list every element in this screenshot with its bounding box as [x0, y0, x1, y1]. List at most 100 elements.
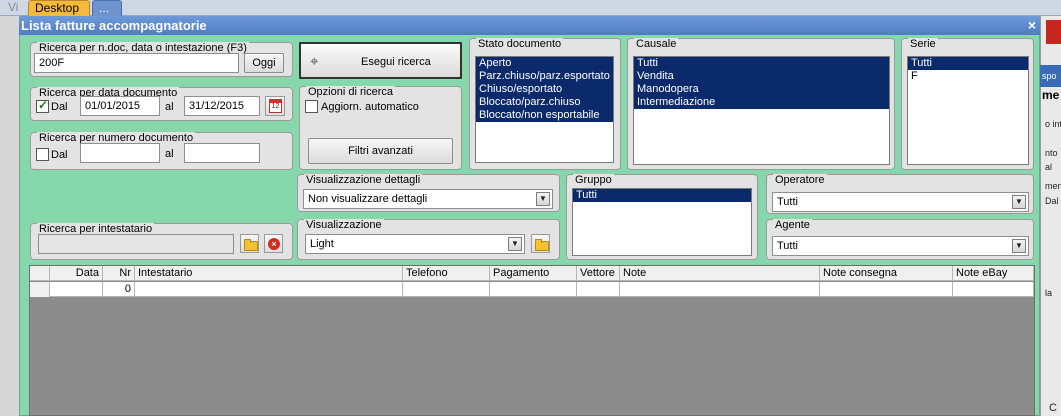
grid-col-notes[interactable]: Note — [620, 266, 820, 281]
grid-col-number[interactable]: Nr — [103, 266, 135, 281]
table-row[interactable]: 0 — [30, 282, 1034, 297]
view-select[interactable]: Light ▼ — [305, 234, 525, 254]
table-cell[interactable] — [30, 282, 50, 297]
close-icon[interactable]: × — [1028, 16, 1036, 35]
grid-col-selector[interactable] — [30, 266, 50, 281]
background-window-text: spo — [1042, 71, 1057, 81]
agent-value: Tutti — [777, 240, 798, 252]
auto-update-checkbox[interactable] — [305, 100, 318, 113]
background-window-text: Dal — [1045, 196, 1059, 206]
agent-title: Agente — [773, 219, 812, 231]
binoculars-icon: ⌖ — [310, 53, 319, 70]
causale-list[interactable]: Tutti Vendita Manodopera Intermediazione — [633, 56, 890, 165]
table-cell[interactable] — [135, 282, 403, 297]
today-button[interactable]: Oggi — [244, 53, 284, 73]
search-options-group: Opzioni di ricerca Aggiorn. automatico F… — [299, 86, 462, 170]
doc-search-input[interactable]: 200F — [34, 53, 239, 73]
view-value: Light — [310, 238, 334, 250]
window-title: Lista fatture accompagnatorie — [21, 18, 207, 33]
date-to-input[interactable]: 31/12/2015 — [184, 96, 260, 116]
advanced-filters-button[interactable]: Filtri avanzati — [308, 138, 453, 164]
table-cell[interactable] — [50, 282, 103, 297]
details-view-value: Non visualizzare dettagli — [308, 193, 428, 205]
serie-item[interactable]: F — [908, 70, 1028, 83]
number-from-input[interactable] — [80, 143, 160, 163]
agent-select[interactable]: Tutti ▼ — [772, 236, 1029, 256]
number-search-group: Ricerca per numero documento Dal al — [30, 132, 293, 170]
grid-header: Data Nr Intestatario Telefono Pagamento Vetto… — [30, 266, 1034, 281]
invoice-grid[interactable]: Data Nr Intestatario Telefono Pagamento Vetto… — [29, 265, 1035, 416]
details-view-title: Visualizzazione dettagli — [304, 174, 423, 186]
grid-col-payment[interactable]: Pagamento — [490, 266, 577, 281]
folder-icon[interactable] — [531, 234, 550, 253]
grid-col-delivery-notes[interactable]: Note consegna — [820, 266, 953, 281]
run-search-button[interactable]: ⌖ Esegui ricerca — [299, 42, 462, 79]
search-options-title: Opzioni di ricerca — [306, 86, 395, 98]
table-cell[interactable] — [620, 282, 820, 297]
details-view-select[interactable]: Non visualizzare dettagli ▼ — [303, 189, 553, 209]
folder-icon[interactable] — [240, 234, 259, 253]
chevron-down-icon[interactable]: ▼ — [1012, 239, 1026, 253]
causale-item[interactable]: Vendita — [634, 70, 889, 83]
calendar-icon[interactable]: 12 — [265, 96, 285, 116]
grid-col-date[interactable]: Data — [50, 266, 103, 281]
number-to-label: al — [165, 148, 174, 160]
background-window-text: meni — [1045, 181, 1061, 191]
table-cell[interactable]: 0 — [103, 282, 135, 297]
tab-more[interactable]: ... — [92, 0, 122, 16]
serie-item[interactable]: Tutti — [908, 57, 1028, 70]
agent-group: Agente Tutti ▼ — [766, 219, 1034, 260]
background-window-text: al — [1045, 162, 1053, 172]
background-window-header: spo — [1040, 65, 1061, 87]
date-from-input[interactable]: 01/01/2015 — [80, 96, 160, 116]
background-window-text: C — [1049, 402, 1057, 414]
doc-state-item[interactable]: Bloccato/parz.chiuso — [476, 96, 613, 109]
serie-title: Serie — [908, 38, 938, 50]
delete-icon[interactable]: × — [264, 234, 283, 253]
tab-desktop[interactable]: Desktop — [28, 0, 90, 16]
holder-search-input[interactable] — [38, 234, 234, 254]
grid-col-phone[interactable]: Telefono — [403, 266, 490, 281]
doc-state-item[interactable]: Bloccato/non esportabile — [476, 109, 613, 122]
grid-col-carrier[interactable]: Vettore — [577, 266, 620, 281]
background-window-badge — [1046, 20, 1061, 44]
causale-item[interactable]: Manodopera — [634, 83, 889, 96]
table-cell[interactable] — [577, 282, 620, 297]
operator-select[interactable]: Tutti ▼ — [772, 192, 1029, 212]
grid-col-holder[interactable]: Intestatario — [135, 266, 403, 281]
doc-state-item[interactable]: Aperto — [476, 57, 613, 70]
number-to-input[interactable] — [184, 143, 260, 163]
causale-group: Causale Tutti Vendita Manodopera Intermedia… — [627, 38, 895, 170]
doc-state-list[interactable]: Aperto Parz.chiuso/parz.esportato Chiuso/e… — [475, 56, 614, 163]
date-search-checkbox[interactable] — [36, 98, 49, 113]
serie-list[interactable]: Tutti F — [907, 56, 1029, 165]
details-view-group: Visualizzazione dettagli Non visualizzar… — [297, 174, 560, 212]
date-search-group: Ricerca per data documento Dal 01/01/201… — [30, 87, 293, 121]
group-item[interactable]: Tutti — [573, 189, 751, 202]
serie-group: Serie Tutti F — [901, 38, 1034, 170]
chevron-down-icon[interactable]: ▼ — [536, 192, 550, 206]
number-search-checkbox[interactable] — [36, 148, 49, 161]
table-cell[interactable] — [820, 282, 953, 297]
table-cell[interactable] — [490, 282, 577, 297]
table-cell[interactable] — [953, 282, 1034, 297]
group-title: Gruppo — [573, 174, 614, 186]
auto-update-label: Aggiorn. automatico — [321, 101, 419, 113]
causale-item[interactable]: Tutti — [634, 57, 889, 70]
group-group: Gruppo Tutti — [566, 174, 758, 260]
causale-item[interactable]: Intermediazione — [634, 96, 889, 109]
background-window-text: la — [1045, 288, 1053, 298]
view-group: Visualizzazione Light ▼ — [297, 219, 560, 260]
window-titlebar: Lista fatture accompagnatorie × — [19, 16, 1040, 35]
doc-state-item[interactable]: Parz.chiuso/parz.esportato — [476, 70, 613, 83]
chevron-down-icon[interactable]: ▼ — [508, 237, 522, 251]
chevron-down-icon[interactable]: ▼ — [1012, 195, 1026, 209]
background-window-text: me — [1042, 88, 1060, 102]
group-list[interactable]: Tutti — [572, 188, 752, 256]
doc-state-title: Stato documento — [476, 38, 564, 50]
date-to-label: al — [165, 101, 174, 113]
doc-state-item[interactable]: Chiuso/esportato — [476, 83, 613, 96]
table-cell[interactable] — [403, 282, 490, 297]
grid-col-ebay-notes[interactable]: Note eBay — [953, 266, 1034, 281]
operator-group: Operatore Tutti ▼ — [766, 174, 1034, 214]
